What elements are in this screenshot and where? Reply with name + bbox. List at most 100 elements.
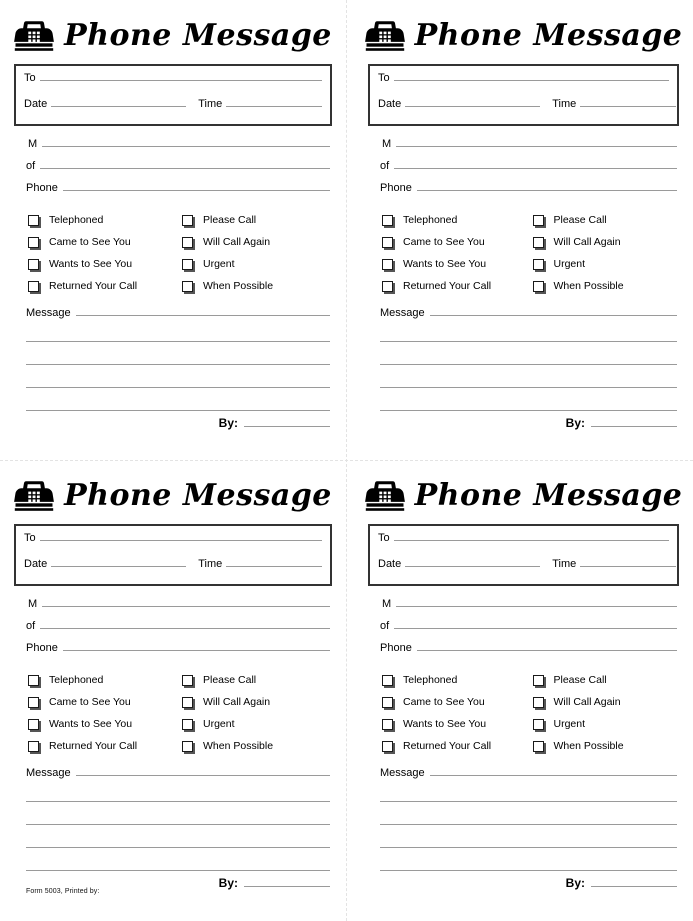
checkbox-icon[interactable] <box>382 718 393 730</box>
checkbox-icon[interactable] <box>182 280 193 292</box>
checkbox-icon[interactable] <box>532 214 544 226</box>
m-input[interactable] <box>42 595 330 607</box>
checkbox-icon[interactable] <box>532 696 544 708</box>
to-input[interactable] <box>393 69 669 81</box>
checkbox-icon[interactable] <box>382 236 393 248</box>
checkbox-icon[interactable] <box>182 740 193 752</box>
checkbox-item-please-call[interactable]: Please Call <box>182 669 332 691</box>
checkbox-icon[interactable] <box>532 674 544 686</box>
message-line[interactable] <box>26 365 330 388</box>
checkbox-item-telephoned[interactable]: Telephoned <box>382 669 529 691</box>
checkbox-item-when-possible[interactable]: When Possible <box>182 735 332 757</box>
checkbox-icon[interactable] <box>182 718 193 730</box>
checkbox-icon[interactable] <box>28 258 39 270</box>
checkbox-item-came-to-see-you[interactable]: Came to See You <box>382 691 529 713</box>
m-input[interactable] <box>396 595 677 607</box>
checkbox-icon[interactable] <box>182 214 193 226</box>
checkbox-item-urgent[interactable]: Urgent <box>532 253 680 275</box>
of-input[interactable] <box>394 157 677 169</box>
time-input[interactable] <box>226 555 323 567</box>
checkbox-icon[interactable] <box>382 258 393 270</box>
checkbox-item-please-call[interactable]: Please Call <box>182 209 332 231</box>
checkbox-icon[interactable] <box>532 718 544 730</box>
date-input[interactable] <box>51 555 187 567</box>
checkbox-icon[interactable] <box>28 674 39 686</box>
checkbox-item-will-call-again[interactable]: Will Call Again <box>532 231 680 253</box>
checkbox-item-wants-to-see-you[interactable]: Wants to See You <box>382 713 529 735</box>
checkbox-icon[interactable] <box>28 214 39 226</box>
checkbox-icon[interactable] <box>28 740 39 752</box>
date-input[interactable] <box>405 95 541 107</box>
to-input[interactable] <box>393 529 669 541</box>
message-line[interactable] <box>26 848 330 871</box>
checkbox-item-when-possible[interactable]: When Possible <box>182 275 332 297</box>
checkbox-item-returned-your-call[interactable]: Returned Your Call <box>382 275 529 297</box>
checkbox-item-when-possible[interactable]: When Possible <box>532 275 680 297</box>
to-input[interactable] <box>39 529 322 541</box>
checkbox-icon[interactable] <box>28 718 39 730</box>
by-input[interactable] <box>591 415 677 427</box>
checkbox-item-urgent[interactable]: Urgent <box>182 253 332 275</box>
checkbox-icon[interactable] <box>532 740 544 752</box>
checkbox-item-will-call-again[interactable]: Will Call Again <box>182 691 332 713</box>
date-input[interactable] <box>51 95 187 107</box>
checkbox-icon[interactable] <box>382 740 393 752</box>
checkbox-item-please-call[interactable]: Please Call <box>532 209 680 231</box>
checkbox-icon[interactable] <box>182 236 193 248</box>
checkbox-item-wants-to-see-you[interactable]: Wants to See You <box>28 253 178 275</box>
checkbox-icon[interactable] <box>182 696 193 708</box>
time-input[interactable] <box>580 555 677 567</box>
checkbox-item-telephoned[interactable]: Telephoned <box>28 669 178 691</box>
checkbox-icon[interactable] <box>182 674 193 686</box>
phone-input[interactable] <box>62 639 330 651</box>
checkbox-icon[interactable] <box>532 258 544 270</box>
m-input[interactable] <box>42 135 330 147</box>
message-input[interactable] <box>75 304 330 316</box>
checkbox-icon[interactable] <box>28 696 39 708</box>
checkbox-item-returned-your-call[interactable]: Returned Your Call <box>382 735 529 757</box>
by-input[interactable] <box>244 875 330 887</box>
message-line[interactable] <box>26 319 330 342</box>
message-line[interactable] <box>380 802 677 825</box>
message-input[interactable] <box>429 304 677 316</box>
checkbox-item-telephoned[interactable]: Telephoned <box>28 209 178 231</box>
checkbox-item-came-to-see-you[interactable]: Came to See You <box>28 231 178 253</box>
message-input[interactable] <box>429 764 677 776</box>
checkbox-icon[interactable] <box>28 236 39 248</box>
by-input[interactable] <box>244 415 330 427</box>
of-input[interactable] <box>40 157 330 169</box>
checkbox-item-urgent[interactable]: Urgent <box>532 713 680 735</box>
checkbox-icon[interactable] <box>182 258 193 270</box>
date-input[interactable] <box>405 555 541 567</box>
phone-input[interactable] <box>416 179 677 191</box>
message-line[interactable] <box>380 342 677 365</box>
checkbox-item-please-call[interactable]: Please Call <box>532 669 680 691</box>
of-input[interactable] <box>394 617 677 629</box>
message-line[interactable] <box>380 388 677 411</box>
message-line[interactable] <box>26 779 330 802</box>
checkbox-item-wants-to-see-you[interactable]: Wants to See You <box>382 253 529 275</box>
checkbox-item-will-call-again[interactable]: Will Call Again <box>182 231 332 253</box>
message-line[interactable] <box>26 802 330 825</box>
checkbox-item-when-possible[interactable]: When Possible <box>532 735 680 757</box>
m-input[interactable] <box>396 135 677 147</box>
checkbox-item-returned-your-call[interactable]: Returned Your Call <box>28 275 178 297</box>
checkbox-icon[interactable] <box>532 280 544 292</box>
message-line[interactable] <box>380 779 677 802</box>
checkbox-icon[interactable] <box>382 214 393 226</box>
checkbox-icon[interactable] <box>382 674 393 686</box>
checkbox-icon[interactable] <box>382 696 393 708</box>
checkbox-icon[interactable] <box>382 280 393 292</box>
message-line[interactable] <box>380 365 677 388</box>
checkbox-item-returned-your-call[interactable]: Returned Your Call <box>28 735 178 757</box>
of-input[interactable] <box>40 617 330 629</box>
time-input[interactable] <box>226 95 323 107</box>
to-input[interactable] <box>39 69 322 81</box>
checkbox-item-came-to-see-you[interactable]: Came to See You <box>382 231 529 253</box>
checkbox-item-wants-to-see-you[interactable]: Wants to See You <box>28 713 178 735</box>
message-input[interactable] <box>75 764 330 776</box>
message-line[interactable] <box>26 825 330 848</box>
checkbox-item-came-to-see-you[interactable]: Came to See You <box>28 691 178 713</box>
checkbox-icon[interactable] <box>532 236 544 248</box>
by-input[interactable] <box>591 875 677 887</box>
